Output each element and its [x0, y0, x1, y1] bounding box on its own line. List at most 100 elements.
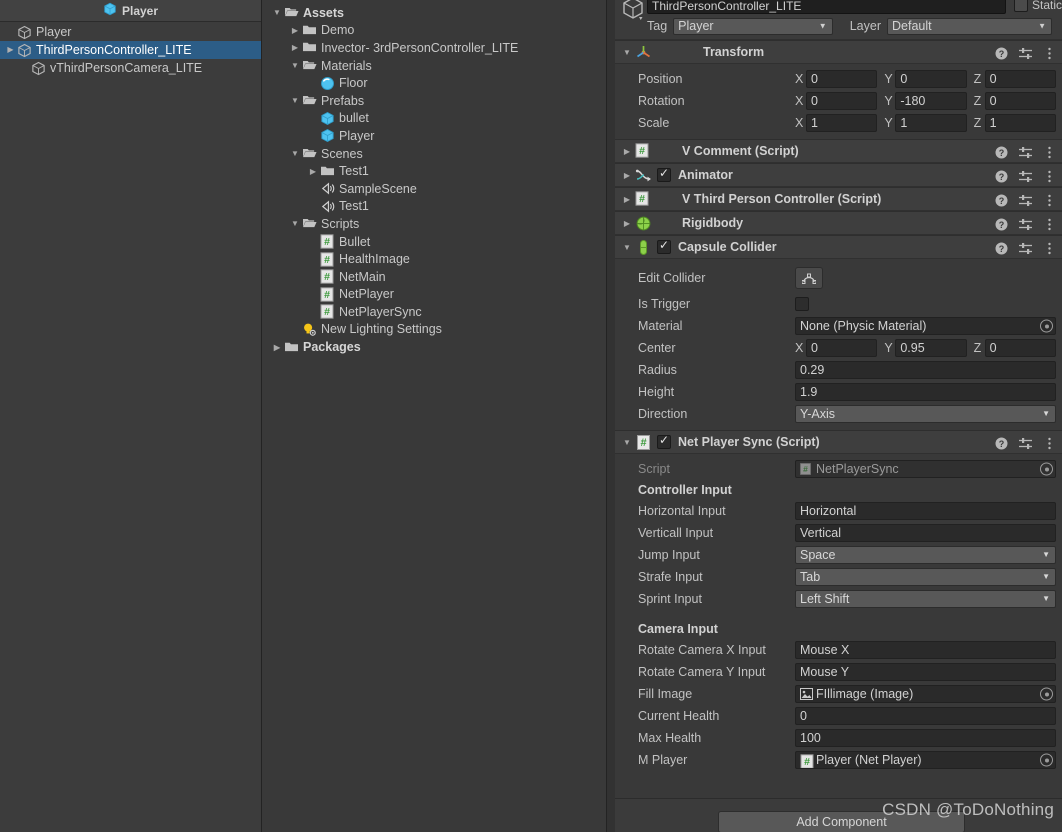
expand-triangle-icon[interactable]: ▼ — [288, 61, 302, 70]
project-item[interactable]: ▶ # NetPlayer — [262, 286, 606, 304]
direction-dropdown[interactable]: Y-Axis ▼ — [795, 405, 1056, 423]
more-options-icon[interactable] — [1043, 146, 1056, 159]
center-z-input[interactable]: 0 — [984, 339, 1056, 357]
component-enabled-checkbox[interactable] — [657, 166, 671, 182]
is-trigger-checkbox[interactable] — [795, 297, 809, 311]
edit-collider-button[interactable] — [795, 267, 823, 289]
more-options-icon[interactable] — [1043, 218, 1056, 231]
collapse-triangle-icon[interactable]: ▶ — [619, 195, 635, 204]
more-options-icon[interactable] — [1043, 170, 1056, 183]
component-header[interactable]: ▶ # V Third Person Controller (Script)? — [615, 187, 1062, 211]
project-item[interactable]: ▶ bullet — [262, 110, 606, 128]
object-picker-icon[interactable] — [1040, 462, 1053, 476]
transform-y-input[interactable]: 0 — [895, 70, 967, 88]
preset-icon[interactable] — [1019, 47, 1032, 60]
project-item[interactable]: ▼ Scenes — [262, 145, 606, 163]
collapse-triangle-icon[interactable]: ▶ — [288, 43, 302, 52]
expand-triangle-icon[interactable]: ▼ — [288, 219, 302, 228]
project-item[interactable]: ▶ # NetPlayerSync — [262, 303, 606, 321]
transform-x-input[interactable]: 1 — [806, 114, 878, 132]
project-item[interactable]: ▶ SampleScene — [262, 180, 606, 198]
object-picker-icon[interactable] — [1040, 687, 1053, 701]
help-icon[interactable]: ? — [995, 242, 1008, 255]
center-y-input[interactable]: 0.95 — [895, 339, 967, 357]
preset-icon[interactable] — [1019, 242, 1032, 255]
static-checkbox[interactable] — [1013, 0, 1028, 12]
component-header[interactable]: ▶ # V Comment (Script)? — [615, 139, 1062, 163]
component-header[interactable]: ▶ Animator? — [615, 163, 1062, 187]
project-item[interactable]: ▶ Test1 — [262, 198, 606, 216]
collapse-triangle-icon[interactable]: ▼ — [619, 48, 635, 57]
field-input[interactable]: Mouse Y — [795, 663, 1056, 681]
component-header-transform[interactable]: ▼ Transform ? — [615, 40, 1062, 64]
project-item[interactable]: ▼ Scripts — [262, 215, 606, 233]
project-item[interactable]: ▼ Prefabs — [262, 92, 606, 110]
collapse-triangle-icon[interactable]: ▶ — [619, 171, 635, 180]
field-input[interactable]: Horizontal — [795, 502, 1056, 520]
collapse-triangle-icon[interactable]: ▶ — [619, 147, 635, 156]
project-item[interactable]: ▶ Invector- 3rdPersonController_LITE — [262, 39, 606, 57]
preset-icon[interactable] — [1019, 146, 1032, 159]
project-item[interactable]: ▶ Demo — [262, 22, 606, 40]
help-icon[interactable]: ? — [995, 437, 1008, 450]
object-picker-icon[interactable] — [1040, 319, 1053, 333]
object-field[interactable]: FIllimage (Image) — [795, 685, 1056, 703]
field-input[interactable]: 100 — [795, 729, 1056, 747]
project-item[interactable]: ▶ Player — [262, 127, 606, 145]
transform-x-input[interactable]: 0 — [806, 70, 878, 88]
transform-y-input[interactable]: 1 — [895, 114, 967, 132]
field-dropdown[interactable]: Left Shift ▼ — [795, 590, 1056, 608]
transform-z-input[interactable]: 0 — [984, 70, 1056, 88]
hierarchy-item[interactable]: ▶ ThirdPersonController_LITE — [0, 41, 261, 59]
more-options-icon[interactable] — [1043, 194, 1056, 207]
object-picker-icon[interactable] — [1040, 753, 1053, 767]
collapse-triangle-icon[interactable]: ▶ — [288, 26, 302, 35]
component-header[interactable]: ▶ Rigidbody? — [615, 211, 1062, 235]
object-field[interactable]: # Player (Net Player) — [795, 751, 1056, 769]
hierarchy-item[interactable]: ▶ vThirdPersonCamera_LITE — [0, 59, 261, 77]
field-input[interactable]: Mouse X — [795, 641, 1056, 659]
project-item[interactable]: ▼ Assets — [262, 4, 606, 22]
hierarchy-item[interactable]: ▶ Player — [0, 23, 261, 41]
help-icon[interactable]: ? — [995, 194, 1008, 207]
expand-triangle-icon[interactable]: ▼ — [288, 149, 302, 158]
field-dropdown[interactable]: Tab ▼ — [795, 568, 1056, 586]
help-icon[interactable]: ? — [995, 146, 1008, 159]
more-options-icon[interactable] — [1043, 242, 1056, 255]
project-item[interactable]: ▶ # Bullet — [262, 233, 606, 251]
expand-triangle-icon[interactable]: ▼ — [270, 8, 284, 17]
project-item[interactable]: ▶ Floor — [262, 74, 606, 92]
collapse-triangle-icon[interactable]: ▼ — [619, 438, 635, 447]
collapse-triangle-icon[interactable]: ▼ — [619, 243, 635, 252]
help-icon[interactable]: ? — [995, 47, 1008, 60]
collapse-triangle-icon[interactable]: ▶ — [619, 219, 635, 228]
collapse-triangle-icon[interactable]: ▶ — [270, 343, 284, 352]
collapse-triangle-icon[interactable]: ▶ — [4, 41, 17, 59]
component-enabled-checkbox[interactable] — [657, 238, 671, 254]
layer-dropdown[interactable]: Default ▼ — [887, 17, 1052, 35]
component-header-net-player-sync[interactable]: ▼ # Net Player Sync (Script) ? — [615, 430, 1062, 454]
tag-dropdown[interactable]: Player ▼ — [673, 17, 833, 35]
preset-icon[interactable] — [1019, 170, 1032, 183]
field-input[interactable]: 0 — [795, 707, 1056, 725]
project-item[interactable]: ▶ New Lighting Settings — [262, 321, 606, 339]
component-header-capsule-collider[interactable]: ▼ Capsule Collider ? — [615, 235, 1062, 259]
transform-y-input[interactable]: -180 — [895, 92, 967, 110]
hierarchy-tab-header[interactable]: Player — [0, 0, 261, 22]
transform-z-input[interactable]: 1 — [984, 114, 1056, 132]
project-item[interactable]: ▶ # HealthImage — [262, 250, 606, 268]
material-object-field[interactable]: None (Physic Material) — [795, 317, 1056, 335]
preset-icon[interactable] — [1019, 437, 1032, 450]
field-input[interactable]: Vertical — [795, 524, 1056, 542]
field-dropdown[interactable]: Space ▼ — [795, 546, 1056, 564]
more-options-icon[interactable] — [1043, 47, 1056, 60]
height-input[interactable]: 1.9 — [795, 383, 1056, 401]
preset-icon[interactable] — [1019, 194, 1032, 207]
preset-icon[interactable] — [1019, 218, 1032, 231]
transform-x-input[interactable]: 0 — [806, 92, 878, 110]
component-enabled-checkbox[interactable] — [657, 433, 671, 449]
project-item[interactable]: ▶ Packages — [262, 338, 606, 356]
more-options-icon[interactable] — [1043, 437, 1056, 450]
expand-triangle-icon[interactable]: ▼ — [288, 96, 302, 105]
project-item[interactable]: ▼ Materials — [262, 57, 606, 75]
